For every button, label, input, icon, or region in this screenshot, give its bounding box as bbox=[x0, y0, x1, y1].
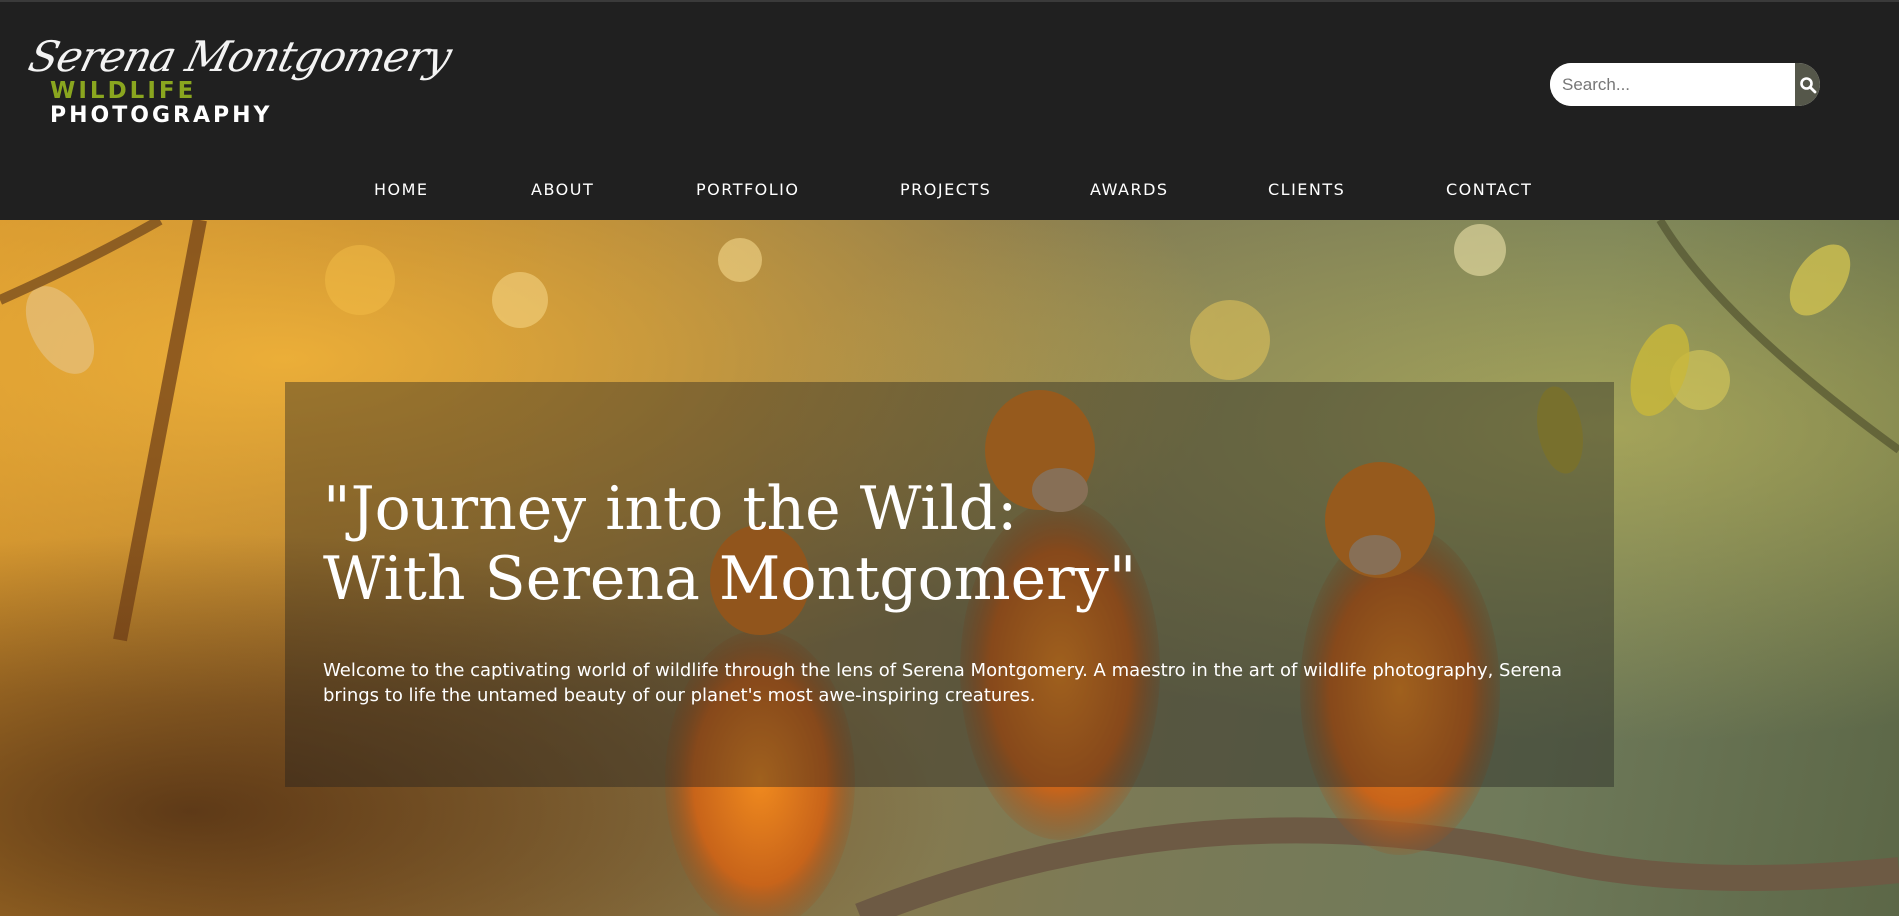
search-input[interactable] bbox=[1550, 63, 1795, 106]
hero-section: "Journey into the Wild: With Serena Mont… bbox=[0, 220, 1899, 916]
nav-item-about[interactable]: ABOUT bbox=[531, 180, 594, 199]
search-icon bbox=[1799, 76, 1816, 93]
hero-title: "Journey into the Wild: With Serena Mont… bbox=[323, 474, 1523, 614]
nav-item-clients[interactable]: CLIENTS bbox=[1268, 180, 1345, 199]
nav-item-contact[interactable]: CONTACT bbox=[1446, 180, 1532, 199]
site-header: Serena Montgomery WILDLIFE PHOTOGRAPHY H… bbox=[0, 0, 1899, 220]
hero-title-line-1: "Journey into the Wild: bbox=[323, 474, 1018, 544]
page: Serena Montgomery WILDLIFE PHOTOGRAPHY H… bbox=[0, 0, 1899, 916]
nav-item-home[interactable]: HOME bbox=[374, 180, 429, 199]
hero-intro-text: Welcome to the captivating world of wild… bbox=[323, 660, 1563, 706]
nav-item-awards[interactable]: AWARDS bbox=[1090, 180, 1169, 199]
hero-overlay-box: "Journey into the Wild: With Serena Mont… bbox=[285, 382, 1614, 787]
logo[interactable]: Serena Montgomery WILDLIFE PHOTOGRAPHY bbox=[24, 32, 456, 132]
search-button[interactable] bbox=[1795, 63, 1820, 106]
logo-script-name: Serena Montgomery bbox=[23, 32, 456, 81]
search-bar bbox=[1550, 63, 1820, 106]
hero-title-line-2: With Serena Montgomery" bbox=[323, 544, 1137, 614]
nav-item-portfolio[interactable]: PORTFOLIO bbox=[696, 180, 800, 199]
nav-item-projects[interactable]: PROJECTS bbox=[900, 180, 991, 199]
main-nav: HOME ABOUT PORTFOLIO PROJECTS AWARDS CLI… bbox=[0, 180, 1899, 206]
logo-photography-text: PHOTOGRAPHY bbox=[50, 103, 273, 128]
logo-wildlife-text: WILDLIFE bbox=[50, 78, 197, 104]
